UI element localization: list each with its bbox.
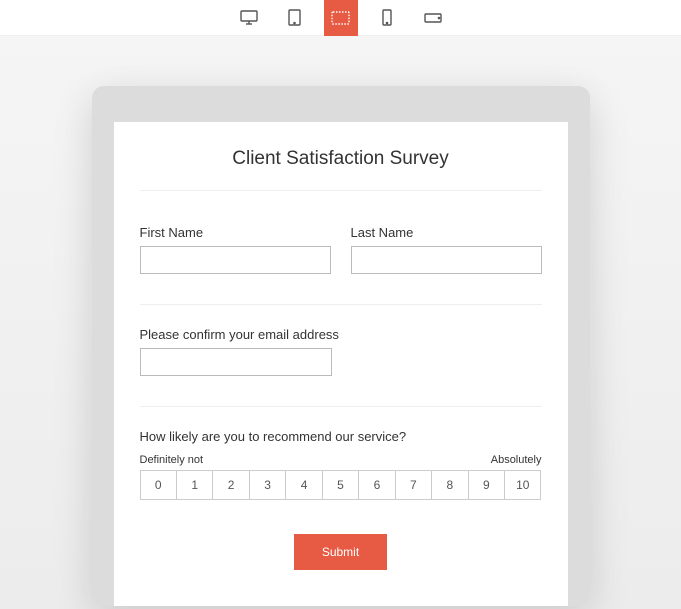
device-toolbar bbox=[0, 0, 681, 36]
last-name-group: Last Name bbox=[351, 225, 542, 274]
device-phone-portrait-button[interactable] bbox=[370, 0, 404, 36]
survey-form: Client Satisfaction Survey First Name La… bbox=[114, 122, 568, 606]
recommend-scale: 0 1 2 3 4 5 6 7 8 9 10 bbox=[140, 470, 542, 500]
email-block: Please confirm your email address bbox=[140, 327, 542, 376]
last-name-label: Last Name bbox=[351, 225, 542, 240]
tablet-portrait-icon bbox=[288, 9, 301, 26]
form-title: Client Satisfaction Survey bbox=[140, 122, 542, 191]
submit-wrap: Submit bbox=[140, 534, 542, 570]
divider bbox=[140, 304, 542, 305]
preview-canvas: Client Satisfaction Survey First Name La… bbox=[0, 36, 681, 609]
phone-portrait-icon bbox=[382, 9, 392, 26]
device-phone-landscape-button[interactable] bbox=[416, 0, 450, 36]
scale-option-5[interactable]: 5 bbox=[322, 470, 359, 500]
device-tablet-landscape-button[interactable] bbox=[324, 0, 358, 36]
name-row: First Name Last Name bbox=[140, 225, 542, 274]
scale-low-label: Definitely not bbox=[140, 454, 204, 466]
scale-option-2[interactable]: 2 bbox=[212, 470, 249, 500]
submit-button[interactable]: Submit bbox=[294, 534, 387, 570]
scale-option-8[interactable]: 8 bbox=[431, 470, 468, 500]
first-name-group: First Name bbox=[140, 225, 331, 274]
email-input[interactable] bbox=[140, 348, 333, 376]
last-name-input[interactable] bbox=[351, 246, 542, 274]
email-label: Please confirm your email address bbox=[140, 327, 542, 342]
scale-option-7[interactable]: 7 bbox=[395, 470, 432, 500]
scale-option-3[interactable]: 3 bbox=[249, 470, 286, 500]
desktop-icon bbox=[240, 10, 258, 26]
first-name-label: First Name bbox=[140, 225, 331, 240]
recommend-label: How likely are you to recommend our serv… bbox=[140, 429, 542, 444]
device-tablet-portrait-button[interactable] bbox=[278, 0, 312, 36]
divider bbox=[140, 406, 542, 407]
first-name-input[interactable] bbox=[140, 246, 331, 274]
scale-option-10[interactable]: 10 bbox=[504, 470, 541, 500]
scale-option-6[interactable]: 6 bbox=[358, 470, 395, 500]
tablet-frame: Client Satisfaction Survey First Name La… bbox=[92, 86, 590, 606]
tablet-landscape-icon bbox=[331, 11, 350, 25]
recommend-block: How likely are you to recommend our serv… bbox=[140, 429, 542, 500]
phone-landscape-icon bbox=[424, 13, 442, 23]
scale-option-0[interactable]: 0 bbox=[140, 470, 177, 500]
scale-high-label: Absolutely bbox=[491, 454, 542, 466]
scale-end-labels: Definitely not Absolutely bbox=[140, 454, 542, 466]
scale-option-9[interactable]: 9 bbox=[468, 470, 505, 500]
scale-option-1[interactable]: 1 bbox=[176, 470, 213, 500]
device-desktop-button[interactable] bbox=[232, 0, 266, 36]
scale-option-4[interactable]: 4 bbox=[285, 470, 322, 500]
